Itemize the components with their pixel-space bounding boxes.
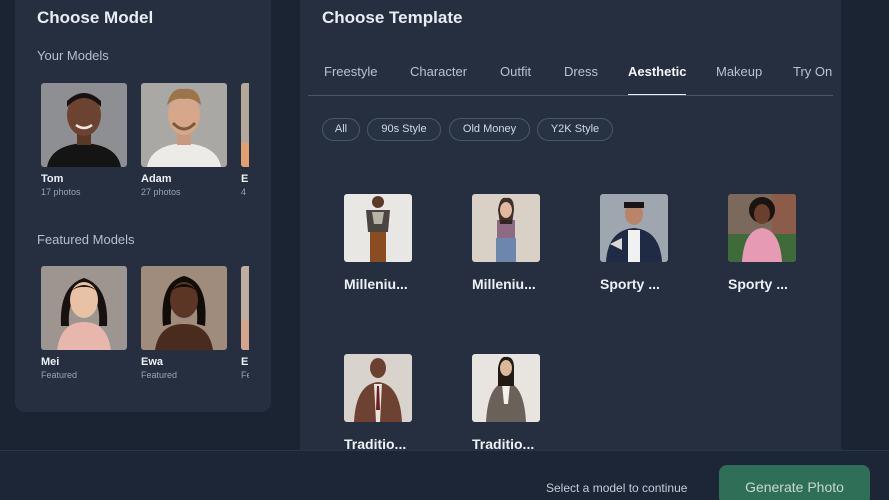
template-card[interactable]: Milleniu... [472,194,572,292]
template-thumbnail [344,194,412,262]
model-card-tom[interactable]: Tom 17 photos [41,83,127,197]
choose-template-panel: Choose Template Freestyle Character Outf… [300,0,841,458]
model-tag: Featured [41,370,78,380]
chip-all[interactable]: All [322,118,360,141]
tab-outfit[interactable]: Outfit [500,64,531,79]
chip-90s-style[interactable]: 90s Style [367,118,441,141]
choose-model-title: Choose Model [37,8,154,27]
model-photo [241,83,249,167]
model-card-adam[interactable]: Adam 27 photos [141,83,227,197]
template-card[interactable]: Sporty ... [600,194,700,292]
template-card[interactable]: Traditio... [472,354,572,452]
model-tag: Fe [241,370,249,380]
template-thumbnail [472,194,540,262]
model-tag: Featured [141,370,178,380]
template-thumbnail [728,194,796,262]
chip-y2k-style[interactable]: Y2K Style [537,118,613,141]
template-name: Milleniu... [472,276,536,292]
active-tab-indicator [628,94,686,95]
template-name: Milleniu... [344,276,408,292]
template-card[interactable]: Milleniu... [344,194,444,292]
model-photo-count: 4 [241,187,247,197]
choose-template-title: Choose Template [322,8,463,27]
tab-makeup[interactable]: Makeup [716,64,762,79]
model-name: E [241,356,249,368]
choose-model-panel: Choose Model Your Models Tom 17 photos A… [15,0,271,412]
select-model-hint: Select a model to continue [546,481,688,495]
model-card-ewa[interactable]: Ewa Featured [141,266,227,380]
model-photo [141,83,227,167]
template-name: Sporty ... [600,276,660,292]
template-card[interactable]: Traditio... [344,354,444,452]
tab-character[interactable]: Character [410,64,467,79]
model-card-partial-featured[interactable]: E Fe [241,266,249,380]
your-models-label: Your Models [37,48,109,63]
template-thumbnail [344,354,412,422]
featured-models-label: Featured Models [37,232,135,247]
model-name: Ewa [141,356,164,368]
chip-old-money[interactable]: Old Money [449,118,530,141]
model-name: E [241,173,249,185]
template-thumbnail [600,194,668,262]
template-card[interactable]: Sporty ... [728,194,828,292]
template-name: Sporty ... [728,276,788,292]
model-name: Tom [41,173,64,185]
model-card-partial[interactable]: E 4 [241,83,249,197]
model-photo [241,266,249,350]
your-models-strip[interactable]: Tom 17 photos Adam 27 photos E 4 [41,83,249,203]
model-photo [41,266,127,350]
featured-models-strip[interactable]: Mei Featured Ewa Featured E F [41,266,249,386]
model-name: Mei [41,356,60,368]
footer-bar: Select a model to continue Generate Phot… [0,450,889,500]
model-photo [41,83,127,167]
tab-freestyle[interactable]: Freestyle [324,64,377,79]
model-card-mei[interactable]: Mei Featured [41,266,127,380]
tab-dress[interactable]: Dress [564,64,598,79]
template-thumbnail [472,354,540,422]
model-photo-count: 17 photos [41,187,81,197]
template-tabs: Freestyle Character Outfit Dress Aesthet… [308,48,833,96]
generate-photo-button[interactable]: Generate Photo [719,465,870,500]
tab-aesthetic[interactable]: Aesthetic [628,64,687,79]
model-name: Adam [141,173,172,185]
model-photo [141,266,227,350]
model-photo-count: 27 photos [141,187,181,197]
tab-try-on[interactable]: Try On [793,64,832,79]
